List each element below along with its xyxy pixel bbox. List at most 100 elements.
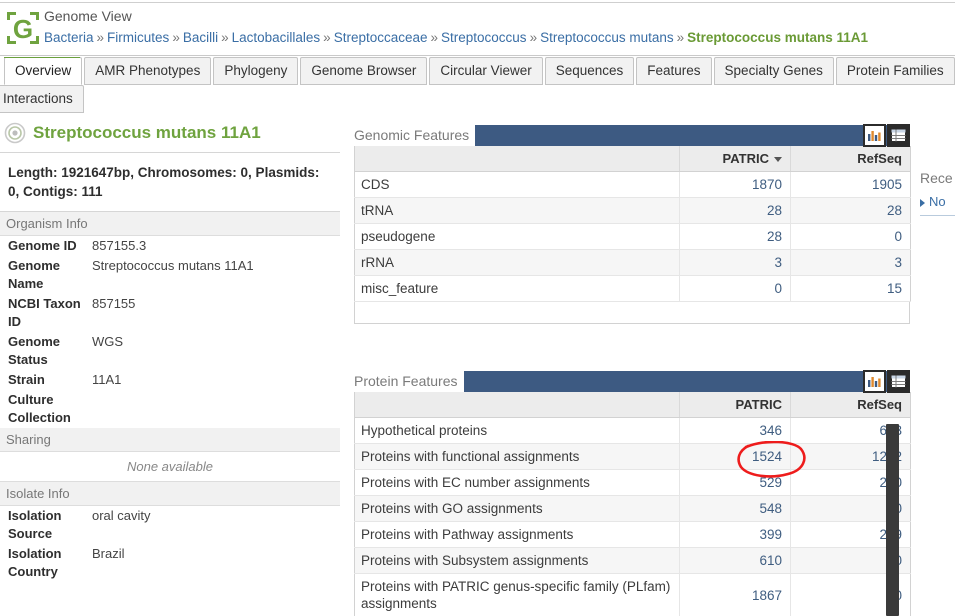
organism-info-key: Culture Collection [8,392,71,425]
table-row[interactable]: Hypothetical proteins346623 [354,417,911,444]
column-header-patric[interactable]: PATRIC [679,392,791,418]
tab-specialty-genes[interactable]: Specialty Genes [713,57,834,85]
tab-phylogeny[interactable]: Phylogeny [213,57,299,85]
protein-feature-patric-value: 1524 [679,443,791,470]
column-header-patric[interactable]: PATRIC [679,146,791,172]
isolate-info-key: Isolation Source [8,508,62,541]
tab-bar-divider [0,55,955,56]
organism-info-value: Streptococcus mutans 11A1 [92,258,254,273]
breadcrumb-item-2[interactable]: Firmicutes [107,30,169,45]
table-row[interactable]: Proteins with Subsystem assignments6100 [354,547,911,574]
table-row[interactable]: Proteins with Pathway assignments399239 [354,521,911,548]
breadcrumb-item-5[interactable]: Streptoccaceae [334,30,428,45]
protein-table-scrollbar-thumb[interactable] [886,424,899,616]
column-header-feature[interactable] [354,146,680,172]
genomic-features-header-bar [475,123,910,147]
table-row[interactable]: Proteins with GO assignments5480 [354,495,911,522]
protein-feature-patric-value: 399 [679,521,791,548]
isolate-info-value: Brazil [92,546,125,561]
genomic-feature-label: rRNA [354,249,680,276]
genome-summary-line: Length: 1921647bp, Chromosomes: 0, Plasm… [0,153,340,212]
sharing-header: Sharing [0,428,340,452]
genomic-features-table: PATRIC RefSeq CDS 1870 1905 tRNA 28 28 pseudog… [354,146,911,302]
protein-features-header: Protein Features [354,369,910,393]
target-circles-icon [4,122,26,144]
protein-feature-label: Proteins with PATRIC genus-specific fami… [354,573,680,616]
protein-feature-patric-value: 529 [679,469,791,496]
genomic-features-panel: Genomic Features PATRIC RefSeq CDS 1870 … [354,123,911,324]
breadcrumb-item-3[interactable]: Bacilli [183,30,218,45]
recent-activity-panel: Rece No [920,170,955,216]
protein-feature-patric-value: 548 [679,495,791,522]
header-text-block: Genome View Bacteria» Firmicutes» Bacilli»… [44,6,868,48]
genomic-features-view-toggle [863,123,910,147]
isolate-info-table: Isolation Source oral cavity Isolation Cou… [0,506,340,582]
protein-feature-label: Proteins with GO assignments [354,495,680,522]
organism-title-row: Streptococcus mutans 11A1 [0,118,340,153]
protein-feature-patric-value: 610 [679,547,791,574]
organism-info-key: Genome ID [8,238,77,253]
organism-info-row: Genome Name Streptococcus mutans 11A1 [0,256,340,294]
protein-features-title: Protein Features [354,373,458,389]
genomic-feature-label: misc_feature [354,275,680,302]
genomic-feature-refseq-value: 1905 [790,171,911,198]
genomic-feature-patric-value: 28 [679,197,791,224]
table-row[interactable]: tRNA 28 28 [354,197,911,224]
table-row[interactable]: Proteins with EC number assignments52927… [354,469,911,496]
table-row[interactable]: pseudogene 28 0 [354,223,911,250]
table-grid-icon[interactable] [887,123,910,147]
organism-info-value: WGS [92,334,124,349]
protein-feature-label: Hypothetical proteins [354,417,680,444]
tab-row-secondary: Interactions [0,85,955,113]
table-grid-icon[interactable] [887,369,910,393]
organism-info-row: Culture Collection [0,390,340,428]
genomic-feature-patric-value: 0 [679,275,791,302]
organism-info-table: Genome ID 857155.3 Genome Name Streptococcu… [0,236,340,428]
breadcrumb-item-1[interactable]: Bacteria [44,30,94,45]
breadcrumb-separator: » [172,30,180,45]
isolate-info-row: Isolation Country Brazil [0,544,340,582]
column-header-refseq[interactable]: RefSeq [790,392,911,418]
tab-amr-phenotypes[interactable]: AMR Phenotypes [84,57,212,85]
bar-chart-icon[interactable] [863,369,886,393]
tab-circular-viewer[interactable]: Circular Viewer [429,57,543,85]
table-row[interactable]: rRNA 3 3 [354,249,911,276]
table-row[interactable]: Proteins with functional assignments 1524… [354,443,911,470]
genome-logo-icon: G [6,10,40,46]
breadcrumb-separator: » [676,30,685,45]
tab-sequences[interactable]: Sequences [544,57,635,85]
column-header-refseq[interactable]: RefSeq [790,146,911,172]
table-row[interactable]: misc_feature 0 15 [354,275,911,302]
genome-summary-sidebar: Streptococcus mutans 11A1 Length: 192164… [0,118,340,582]
sharing-value: None available [0,452,340,482]
breadcrumb-separator: » [323,30,331,45]
tab-row-primary: Overview AMR Phenotypes Phylogeny Genome Br… [4,57,955,85]
svg-text:G: G [13,14,33,44]
breadcrumb-item-4[interactable]: Lactobacillales [232,30,321,45]
bar-chart-icon[interactable] [863,123,886,147]
tab-features[interactable]: Features [636,57,712,85]
breadcrumb-separator: » [430,30,439,45]
page-title: Genome View [44,8,132,24]
table-row[interactable]: CDS 1870 1905 [354,171,911,198]
table-row[interactable]: Proteins with PATRIC genus-specific fami… [354,573,911,616]
protein-features-panel: Protein Features PATRIC RefSeq Hypotheti… [354,369,911,616]
protein-feature-patric-value: 1867 [679,573,791,616]
protein-features-view-toggle [863,369,910,393]
genomic-feature-patric-value: 1870 [679,171,791,198]
column-header-feature[interactable] [354,392,680,418]
recent-panel-link[interactable]: No [920,194,955,209]
sort-descending-icon [774,157,782,163]
breadcrumb-item-6[interactable]: Streptococcus [441,30,527,45]
tab-genome-browser[interactable]: Genome Browser [300,57,428,85]
organism-info-value [92,390,340,428]
genomic-feature-refseq-value: 15 [790,275,911,302]
table-header-row: PATRIC RefSeq [354,146,911,172]
tab-protein-families[interactable]: Protein Families [835,57,955,85]
breadcrumb-separator: » [96,30,105,45]
breadcrumb-item-7[interactable]: Streptococcus mutans [540,30,674,45]
tab-interactions[interactable]: Interactions [0,85,84,113]
isolate-info-value: oral cavity [92,508,151,523]
tab-overview[interactable]: Overview [4,57,83,85]
breadcrumb-item-8: Streptococcus mutans 11A1 [687,30,868,45]
